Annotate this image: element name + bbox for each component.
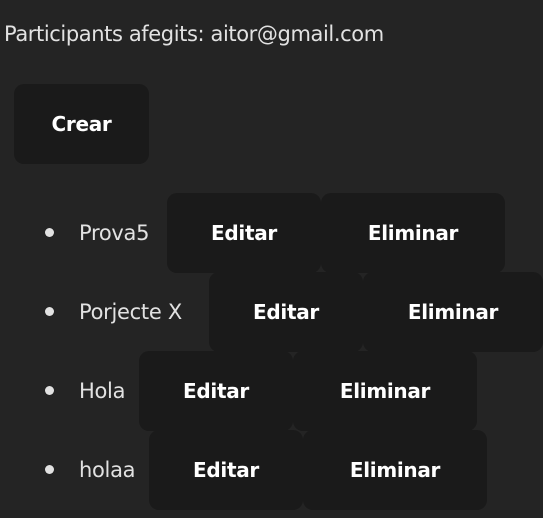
delete-button[interactable]: Eliminar bbox=[303, 430, 487, 510]
bullet-icon bbox=[45, 307, 54, 316]
delete-button[interactable]: Eliminar bbox=[363, 272, 543, 352]
bullet-icon bbox=[45, 465, 54, 474]
participants-text: Participants afegits: aitor@gmail.com bbox=[4, 22, 384, 46]
edit-button[interactable]: Editar bbox=[139, 351, 293, 431]
project-name: Porjecte X bbox=[79, 300, 182, 324]
edit-button[interactable]: Editar bbox=[167, 193, 321, 273]
edit-button[interactable]: Editar bbox=[149, 430, 303, 510]
project-name: Prova5 bbox=[79, 221, 150, 245]
bullet-icon bbox=[45, 228, 54, 237]
project-name: holaa bbox=[79, 458, 136, 482]
create-button[interactable]: Crear bbox=[14, 84, 149, 164]
delete-button[interactable]: Eliminar bbox=[321, 193, 505, 273]
delete-button[interactable]: Eliminar bbox=[293, 351, 477, 431]
edit-button[interactable]: Editar bbox=[209, 272, 363, 352]
bullet-icon bbox=[45, 386, 54, 395]
project-name: Hola bbox=[79, 379, 126, 403]
